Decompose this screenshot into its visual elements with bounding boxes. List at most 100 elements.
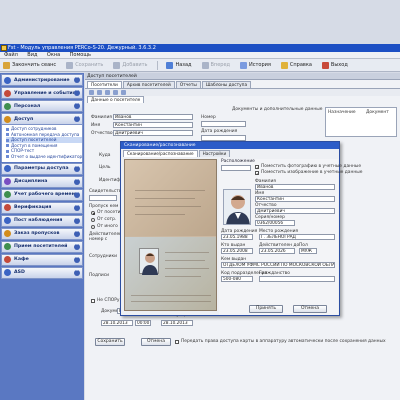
tab-reports[interactable]: Отчеты xyxy=(175,81,201,88)
name-input[interactable]: Константин xyxy=(113,122,193,128)
name-label: Имя xyxy=(91,123,101,128)
image-checkbox[interactable]: ✓ xyxy=(255,171,259,176)
chevron-icon[interactable]: ˄ xyxy=(74,116,80,122)
sidebar-group-label: Верификация xyxy=(14,205,52,211)
chevron-icon[interactable]: ˅ xyxy=(74,77,80,83)
edit-icon[interactable] xyxy=(97,90,102,95)
tab-visitors[interactable]: Посетители xyxy=(87,81,122,88)
chevron-icon[interactable]: ˅ xyxy=(74,256,80,263)
certificate-input[interactable] xyxy=(89,195,117,201)
sidebar-group-7[interactable]: Учет рабочего времени ˅ xyxy=(1,188,83,201)
sidebar-group-3[interactable]: Персонал ˅ xyxy=(1,100,83,112)
dlg-surname-input[interactable]: Иванов xyxy=(255,184,335,190)
delete-icon[interactable] xyxy=(105,90,110,95)
dlg-code-input[interactable]: 500-080 xyxy=(221,276,253,282)
chevron-icon[interactable]: ˅ xyxy=(74,243,80,250)
location-label: Расположение xyxy=(221,159,255,164)
chevron-icon[interactable]: ˅ xyxy=(74,217,80,224)
chevron-icon[interactable]: ˅ xyxy=(74,191,80,198)
menu-help[interactable]: Помощь xyxy=(70,52,91,58)
chevron-icon[interactable]: ˅ xyxy=(74,90,80,96)
time-from-input[interactable]: 00:00 xyxy=(135,320,151,326)
spor-checkbox[interactable] xyxy=(91,299,95,303)
chevron-icon[interactable]: ˅ xyxy=(74,230,80,237)
signatures-label: Подписи xyxy=(89,273,110,278)
new-icon[interactable] xyxy=(89,90,94,95)
sidebar: Администрирование ˅ Управление и события ˅ П… xyxy=(0,73,84,400)
chevron-icon[interactable]: ˅ xyxy=(74,204,80,211)
menu-view[interactable]: Вид xyxy=(27,52,37,58)
dlg-birth-input[interactable]: 23.05.1988 xyxy=(221,234,253,240)
help-button[interactable]: Справка xyxy=(280,61,312,69)
dlg-birthplace-input[interactable]: Г. ЗЕЛЕНОГРАД xyxy=(259,234,335,240)
date-from-input[interactable]: 28.10.2013 xyxy=(101,320,133,326)
spor-label: Не СПОРу xyxy=(97,298,120,303)
title-bar[interactable]: Fst - Модуль управления PERCo-S-20. Дежу… xyxy=(0,44,400,52)
chevron-icon[interactable]: ˅ xyxy=(74,165,80,172)
chevron-icon[interactable]: ˅ xyxy=(74,103,80,109)
dlg-series-input[interactable]: 0362/00056 xyxy=(255,220,295,226)
sidebar-group-11[interactable]: Прием посетителей ˅ xyxy=(1,240,83,253)
cancel-record-button[interactable]: Отмена xyxy=(141,338,171,346)
surname-input[interactable]: Иванов xyxy=(113,114,193,120)
sidebar-group-12[interactable]: Кафе ˅ xyxy=(1,253,83,266)
recognized-photo xyxy=(223,189,251,225)
date-to-input[interactable]: 28.10.2013 xyxy=(161,320,193,326)
sidebar-group-9[interactable]: Пост наблюдения ˅ xyxy=(1,214,83,227)
dialog-title[interactable]: Сканирование/распознавание xyxy=(121,142,339,149)
certificate-label: Свидетельство xyxy=(89,189,125,194)
sidebar-group-10[interactable]: Заказ пропусков ˅ xyxy=(1,227,83,240)
sidebar-group-1[interactable]: Администрирование ˅ xyxy=(1,74,83,86)
birth-date-label: Дата рождения xyxy=(201,129,238,134)
transfer-checkbox[interactable] xyxy=(175,340,179,344)
documents-label: Документы и дополнительные данные xyxy=(232,107,323,112)
dlg-authority-input[interactable]: ОТДЕЛОМ УФМС РОССИИ ПО МОСКОВСКОЙ ОБЛАСТ… xyxy=(221,262,335,268)
tab-visitor-data[interactable]: Данные о посетителе xyxy=(87,96,145,103)
ticket-icon xyxy=(4,230,11,238)
tab-settings[interactable]: Настройки xyxy=(198,150,231,157)
close-session-button[interactable]: Закончить сеанс xyxy=(3,61,56,69)
exit-button[interactable]: Выход xyxy=(321,61,348,69)
dlg-expire-input[interactable]: 23.05.2026 xyxy=(259,248,295,254)
back-button[interactable]: Назад xyxy=(166,61,192,69)
menu-windows[interactable]: Окна xyxy=(47,52,60,58)
radio-visitor[interactable] xyxy=(91,211,95,215)
sidebar-group-2[interactable]: Управление и события ˅ xyxy=(1,87,83,99)
dlg-citizenship-input[interactable] xyxy=(259,276,335,282)
radio-employee-label: От сотр. xyxy=(97,217,117,222)
dialog-cancel-button[interactable]: Отмена xyxy=(293,305,327,313)
chevron-icon[interactable]: ˅ xyxy=(74,269,80,276)
save-button[interactable]: Сохранить xyxy=(66,61,103,69)
patronymic-input[interactable]: Дмитриевич xyxy=(113,130,193,136)
dlg-name-input[interactable]: Константин xyxy=(255,196,335,202)
right-number-input[interactable] xyxy=(201,121,246,127)
tab-visitors-archive[interactable]: Архив посетителей xyxy=(122,81,175,88)
sidebar-group-13[interactable]: ASD ˅ xyxy=(1,266,83,279)
history-button[interactable]: История xyxy=(239,61,271,69)
add-button[interactable]: Добавить xyxy=(113,61,147,69)
chevron-icon[interactable]: ˅ xyxy=(74,178,80,185)
forward-button[interactable]: Вперед xyxy=(201,61,230,69)
tab-scan-recognize[interactable]: Сканирование/распознавание xyxy=(123,150,198,157)
menu-file[interactable]: Файл xyxy=(4,52,18,58)
sidebar-group-8[interactable]: Верификация ˅ xyxy=(1,201,83,214)
print-icon[interactable] xyxy=(121,90,126,95)
photo-checkbox[interactable]: ✓ xyxy=(255,165,259,170)
window-title: Fst - Модуль управления PERCo-S-20. Дежу… xyxy=(8,45,156,51)
sidebar-item-access-6[interactable]: Отчет о выдаче идентификаторов xyxy=(6,154,82,160)
dlg-issued-input[interactable]: 23.05.2008 xyxy=(221,248,253,254)
dialog-tabs: Сканирование/распознавание Настройки xyxy=(121,149,339,158)
accept-button[interactable]: Принять xyxy=(249,305,283,313)
tab-access-templates[interactable]: Шаблоны доступа xyxy=(201,81,252,88)
dlg-sex-input[interactable]: МУЖ xyxy=(299,248,317,254)
sidebar-group-5[interactable]: Параметры доступа ˅ xyxy=(1,162,83,175)
dlg-patronymic-input[interactable]: Дмитриевич xyxy=(255,208,335,214)
sidebar-group-6[interactable]: Дисциплина ˅ xyxy=(1,175,83,188)
sidebar-group-4[interactable]: Доступ ˄ xyxy=(1,113,83,125)
radio-employee[interactable] xyxy=(91,218,95,222)
save-record-button[interactable]: Сохранить xyxy=(95,338,125,346)
radio-other[interactable] xyxy=(91,225,95,229)
location-select[interactable] xyxy=(221,165,251,171)
cafe-icon xyxy=(4,256,11,264)
scan-icon[interactable] xyxy=(113,90,118,95)
